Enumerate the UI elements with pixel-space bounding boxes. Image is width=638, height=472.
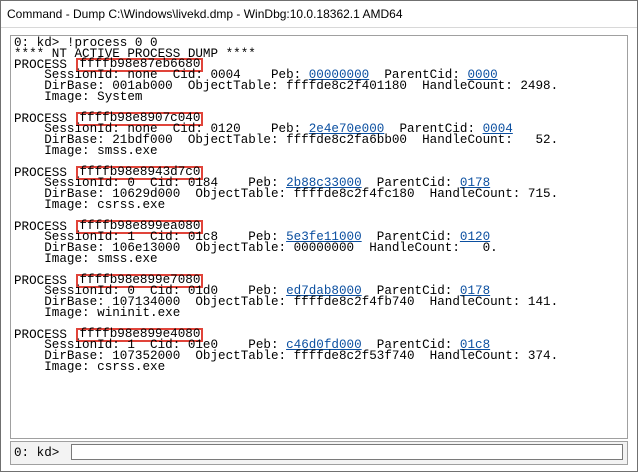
window-title: Command - Dump C:\Windows\livekd.dmp - W… <box>1 1 637 28</box>
windbg-command-window: Command - Dump C:\Windows\livekd.dmp - W… <box>0 0 638 472</box>
process-image-line: Image: wininit.exe <box>14 305 181 320</box>
command-output-pane[interactable]: 0: kd> !process 0 0 **** NT ACTIVE PROCE… <box>10 35 628 439</box>
process-image-line: Image: smss.exe <box>14 251 158 266</box>
process-image-line: Image: System <box>14 89 143 104</box>
command-output-text: 0: kd> !process 0 0 **** NT ACTIVE PROCE… <box>14 37 627 438</box>
command-prompt: 0: kd> <box>14 446 60 460</box>
process-image-line: Image: smss.exe <box>14 143 158 158</box>
process-image-line: Image: csrss.exe <box>14 359 166 374</box>
process-image-line: Image: csrss.exe <box>14 197 166 212</box>
command-input[interactable] <box>71 444 623 460</box>
command-bar: 0: kd> <box>10 441 628 465</box>
